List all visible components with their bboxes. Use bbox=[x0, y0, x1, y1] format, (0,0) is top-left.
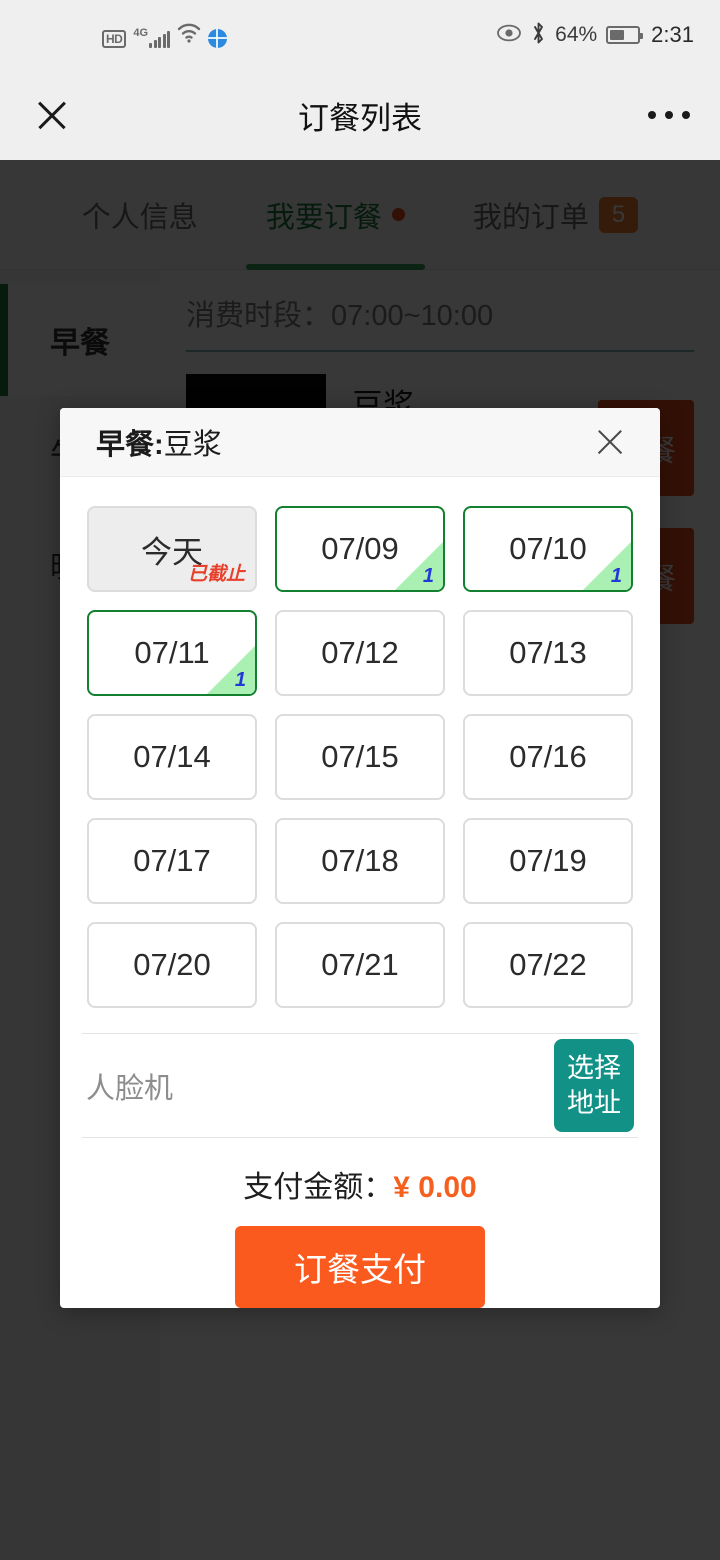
signal-icon: 4G bbox=[133, 26, 171, 48]
date-cell[interactable]: 07/21 bbox=[275, 922, 445, 1009]
date-cell-wrap: 07/16 bbox=[454, 705, 642, 809]
date-cell-label: 07/14 bbox=[133, 739, 211, 775]
date-cell[interactable]: 07/09 1 bbox=[275, 506, 445, 593]
date-cell-wrap: 07/19 bbox=[454, 809, 642, 913]
select-address-line1: 选择 bbox=[567, 1053, 621, 1084]
date-cell[interactable]: 07/13 bbox=[463, 610, 633, 697]
date-cell-label: 07/19 bbox=[509, 843, 587, 879]
date-cell-count: 1 bbox=[234, 669, 246, 692]
address-value: 人脸机 bbox=[86, 1072, 174, 1105]
select-address-button[interactable]: 选择 地址 bbox=[554, 1039, 634, 1133]
date-cell[interactable]: 07/22 bbox=[463, 922, 633, 1009]
date-cell-label: 07/21 bbox=[321, 947, 399, 983]
date-cell[interactable]: 07/11 1 bbox=[87, 610, 257, 697]
network-type-label: 4G bbox=[133, 26, 149, 39]
more-icon[interactable] bbox=[648, 111, 690, 119]
date-cell-label: 07/13 bbox=[509, 635, 587, 671]
bluetooth-icon bbox=[531, 21, 546, 50]
date-cell-label: 07/16 bbox=[509, 739, 587, 775]
date-cell-wrap: 07/15 bbox=[266, 705, 454, 809]
battery-percent: 64% bbox=[555, 23, 598, 46]
date-cell-label: 07/15 bbox=[321, 739, 399, 775]
close-icon[interactable] bbox=[30, 93, 74, 137]
date-cell-wrap: 07/09 1 bbox=[266, 497, 454, 601]
date-cell-wrap: 07/17 bbox=[78, 809, 266, 913]
date-cell[interactable]: 07/20 bbox=[87, 922, 257, 1009]
eye-icon bbox=[496, 24, 522, 47]
date-cell[interactable]: 07/15 bbox=[275, 714, 445, 801]
date-cell-label: 07/22 bbox=[509, 947, 587, 983]
date-cell-label: 07/10 bbox=[509, 531, 587, 567]
clock: 2:31 bbox=[651, 22, 694, 47]
date-cell-wrap: 今天 已截止 bbox=[78, 497, 266, 601]
globe-icon bbox=[208, 28, 228, 48]
date-cell-label: 07/18 bbox=[321, 843, 399, 879]
dialog-title-dish: 豆浆 bbox=[163, 429, 222, 462]
date-cell-today[interactable]: 今天 已截止 bbox=[87, 506, 257, 593]
date-cell-wrap: 07/20 bbox=[78, 913, 266, 1017]
date-cell-count: 1 bbox=[422, 565, 434, 588]
date-cell-label: 07/17 bbox=[133, 843, 211, 879]
date-cell-wrap: 07/11 1 bbox=[78, 601, 266, 705]
screen: HD 4G 64% 2:31 订餐列表 早餐:豆浆 今天 已截止 07/09 1… bbox=[0, 0, 720, 1560]
date-cell-wrap: 07/10 1 bbox=[454, 497, 642, 601]
battery-icon bbox=[606, 26, 644, 44]
close-icon[interactable] bbox=[588, 420, 632, 464]
date-cell-wrap: 07/21 bbox=[266, 913, 454, 1017]
date-cell[interactable]: 07/12 bbox=[275, 610, 445, 697]
date-cell[interactable]: 07/10 1 bbox=[463, 506, 633, 593]
address-row: 人脸机 选择 地址 bbox=[82, 1033, 638, 1138]
payment-amount-label: 支付金额： bbox=[243, 1171, 394, 1204]
status-bar: HD 4G 64% 2:31 bbox=[0, 0, 720, 70]
date-cell-wrap: 07/22 bbox=[454, 913, 642, 1017]
date-cell[interactable]: 07/17 bbox=[87, 818, 257, 905]
date-cell-wrap: 07/12 bbox=[266, 601, 454, 705]
pay-button[interactable]: 订餐支付 bbox=[235, 1226, 485, 1308]
status-bar-right: 64% 2:31 bbox=[496, 21, 694, 50]
wifi-icon bbox=[177, 23, 201, 48]
date-cell-count: 1 bbox=[610, 565, 622, 588]
payment-amount-row: 支付金额：¥ 0.00 bbox=[60, 1162, 660, 1206]
date-grid: 今天 已截止 07/09 1 07/10 1 07/11 1 07/12 07/… bbox=[60, 477, 660, 1027]
selected-corner-icon bbox=[395, 542, 443, 591]
date-cell-closed-note: 已截止 bbox=[187, 564, 245, 586]
date-cell-label: 07/11 bbox=[134, 635, 210, 671]
order-dialog: 早餐:豆浆 今天 已截止 07/09 1 07/10 1 07/11 1 07/… bbox=[60, 408, 660, 1308]
dialog-title-meal: 早餐 bbox=[96, 429, 155, 462]
date-cell[interactable]: 07/18 bbox=[275, 818, 445, 905]
payment-section: 支付金额：¥ 0.00 订餐支付 bbox=[60, 1138, 660, 1308]
date-cell-wrap: 07/14 bbox=[78, 705, 266, 809]
date-cell-wrap: 07/18 bbox=[266, 809, 454, 913]
payment-amount-value: ¥ 0.00 bbox=[393, 1171, 477, 1204]
selected-corner-icon bbox=[583, 542, 631, 591]
date-cell[interactable]: 07/19 bbox=[463, 818, 633, 905]
dialog-header: 早餐:豆浆 bbox=[60, 408, 660, 478]
date-cell[interactable]: 07/16 bbox=[463, 714, 633, 801]
date-cell[interactable]: 07/14 bbox=[87, 714, 257, 801]
dialog-title: 早餐:豆浆 bbox=[96, 421, 222, 463]
dialog-title-separator: : bbox=[154, 429, 164, 462]
date-cell-label: 07/12 bbox=[321, 635, 399, 671]
nav-bar: 订餐列表 bbox=[0, 70, 720, 160]
hd-icon: HD bbox=[102, 29, 127, 48]
select-address-line2: 地址 bbox=[567, 1087, 621, 1118]
date-cell-label: 07/09 bbox=[321, 531, 399, 567]
signal-bars bbox=[149, 30, 171, 48]
date-cell-label: 07/20 bbox=[133, 947, 211, 983]
page-title: 订餐列表 bbox=[298, 100, 422, 136]
status-bar-left: HD 4G bbox=[102, 23, 228, 48]
selected-corner-icon bbox=[207, 646, 255, 695]
date-cell-wrap: 07/13 bbox=[454, 601, 642, 705]
